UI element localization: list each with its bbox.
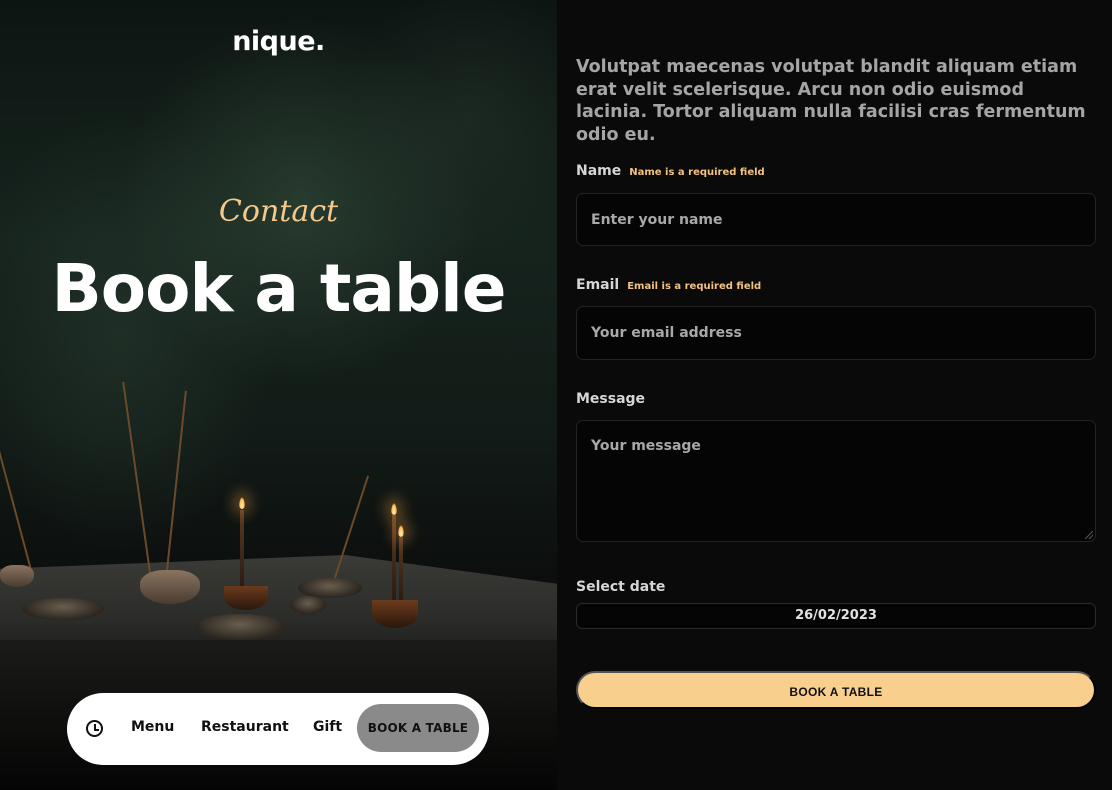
name-label: Name Name is a required field — [576, 163, 765, 179]
candle-decoration — [399, 537, 403, 603]
book-table-submit-button[interactable]: BOOK A TABLE — [576, 671, 1096, 709]
email-input[interactable]: Your email address — [576, 306, 1096, 360]
bottom-nav: Menu Restaurant Gift BOOK A TABLE — [67, 693, 489, 765]
nav-item-restaurant[interactable]: Restaurant — [201, 719, 289, 735]
plate-decoration — [298, 578, 362, 598]
bowl-decoration — [224, 586, 268, 610]
vase-decoration — [140, 570, 200, 604]
message-label: Message — [576, 391, 646, 407]
bowl-decoration — [372, 600, 418, 628]
dried-branch-decoration — [0, 424, 32, 571]
glass-decoration — [290, 596, 326, 614]
dried-branch-decoration — [165, 390, 187, 581]
email-required-note: Email is a required field — [627, 281, 762, 292]
nav-item-menu[interactable]: Menu — [131, 719, 174, 735]
email-label: Email Email is a required field — [576, 277, 761, 293]
hero-eyebrow: Contact — [218, 194, 339, 229]
message-textarea[interactable]: Your message — [576, 420, 1096, 542]
date-label: Select date — [576, 579, 666, 595]
email-label-text: Email — [576, 277, 620, 293]
vase-decoration — [0, 565, 34, 587]
page-title: Book a table — [51, 250, 506, 327]
brand-logo[interactable]: nique. — [0, 26, 557, 57]
dried-branch-decoration — [122, 381, 152, 581]
candle-decoration — [392, 515, 396, 603]
resize-handle-icon[interactable] — [1085, 531, 1093, 539]
nav-book-table-button[interactable]: BOOK A TABLE — [357, 704, 479, 752]
name-required-note: Name is a required field — [629, 167, 765, 178]
clock-icon[interactable] — [86, 720, 103, 737]
intro-text: Volutpat maecenas volutpat blandit aliqu… — [576, 57, 1086, 145]
nav-item-gift[interactable]: Gift — [313, 719, 342, 735]
message-placeholder: Your message — [591, 438, 701, 454]
candle-flame-decoration — [239, 497, 245, 509]
name-input[interactable]: Enter your name — [576, 193, 1096, 246]
hero-panel: nique. Contact Book a table Menu Restaur… — [0, 0, 557, 790]
plate-decoration — [22, 598, 104, 620]
booking-form-panel: Volutpat maecenas volutpat blandit aliqu… — [557, 0, 1112, 790]
name-label-text: Name — [576, 163, 622, 179]
candle-flame-decoration — [391, 503, 397, 515]
candle-decoration — [240, 510, 244, 590]
plate-decoration — [195, 614, 285, 640]
date-input[interactable]: 26/02/2023 — [576, 603, 1096, 629]
candle-flame-decoration — [398, 525, 404, 537]
